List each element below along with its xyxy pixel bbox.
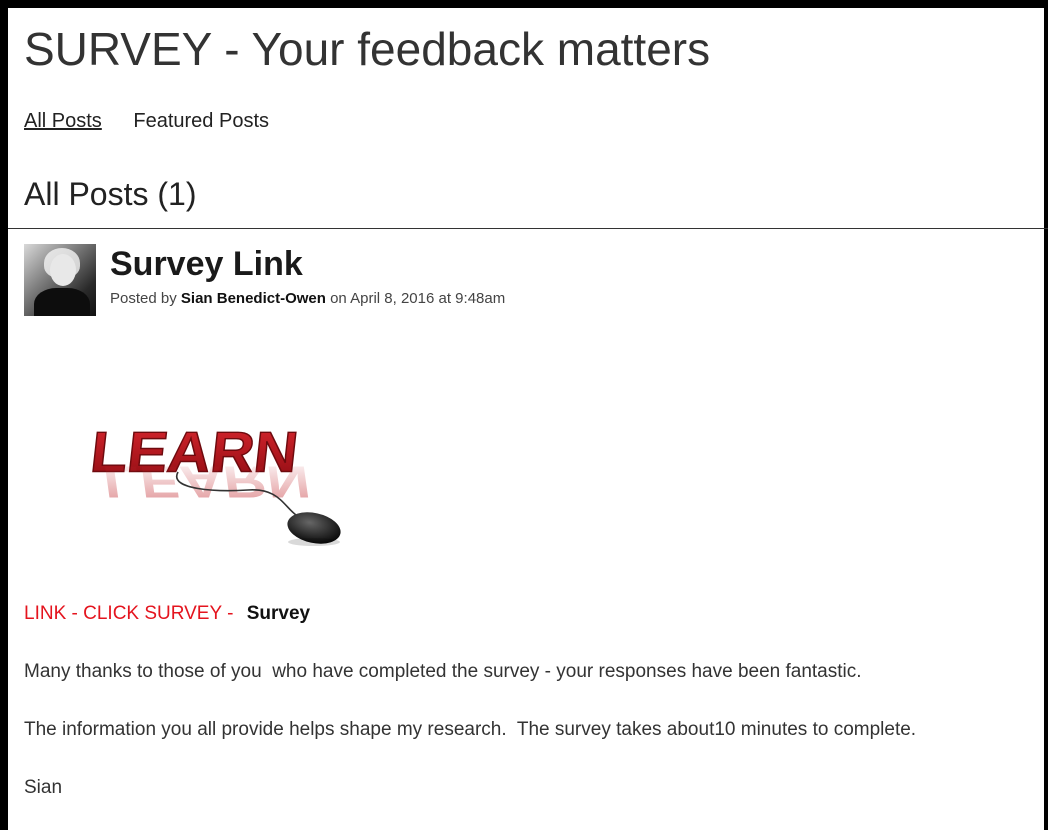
- avatar-body: [34, 288, 90, 316]
- survey-link-line: LINK - CLICK SURVEY - Survey: [24, 603, 310, 625]
- tab-featured-posts[interactable]: Featured Posts: [133, 110, 269, 132]
- section-title: All Posts (1): [24, 176, 197, 212]
- post-author-link[interactable]: Sian Benedict-Owen: [181, 290, 326, 307]
- site-title: SURVEY - Your feedback matters: [24, 23, 711, 75]
- body-paragraph-2: The information you all provide helps sh…: [24, 719, 917, 740]
- divider: [8, 228, 1048, 229]
- link-prefix-text: LINK - CLICK SURVEY -: [24, 603, 239, 624]
- survey-link[interactable]: Survey: [247, 603, 310, 624]
- tab-all-posts[interactable]: All Posts: [24, 110, 102, 132]
- body-paragraph-1: Many thanks to those of you who have com…: [24, 661, 862, 682]
- post-date: on April 8, 2016 at 9:48am: [325, 290, 506, 307]
- author-avatar[interactable]: [24, 244, 96, 316]
- post-meta: Posted by Sian Benedict-Owen on April 8,…: [110, 290, 505, 307]
- learn-image: LEARN LEARN: [87, 420, 341, 546]
- post-tabs: All Posts Featured Posts: [24, 110, 295, 133]
- posted-by-label: Posted by: [110, 290, 181, 307]
- post-title[interactable]: Survey Link: [110, 245, 303, 284]
- signature: Sian: [24, 777, 63, 798]
- learn-reflection: LEARN: [100, 456, 314, 506]
- avatar-face: [50, 254, 76, 286]
